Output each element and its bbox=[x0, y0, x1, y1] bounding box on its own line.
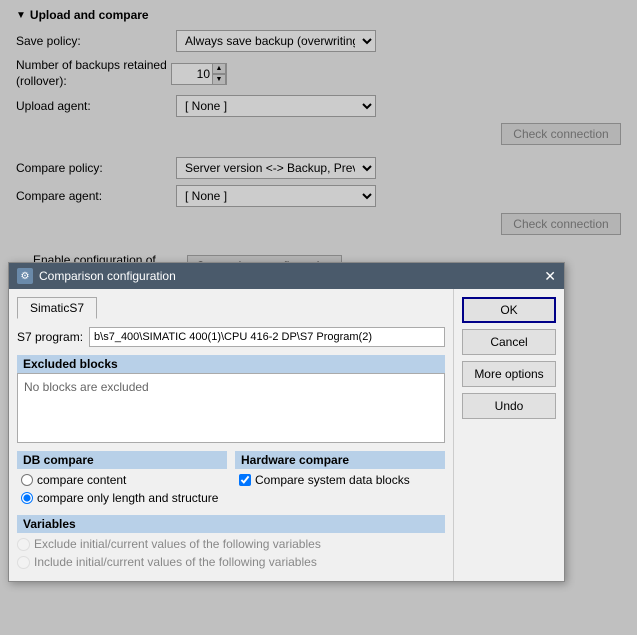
hw-compare-header: Hardware compare bbox=[235, 451, 445, 469]
tab-bar: SimaticS7 bbox=[17, 297, 445, 319]
modal-right-panel: OK Cancel More options Undo bbox=[454, 289, 564, 581]
var-option-exclude: Exclude initial/current values of the fo… bbox=[17, 537, 445, 551]
modal-title-bar: ⚙ Comparison configuration ✕ bbox=[9, 263, 564, 289]
hw-sdb-checkbox[interactable] bbox=[239, 474, 251, 486]
hw-option-sdb: Compare system data blocks bbox=[239, 473, 445, 487]
s7-program-path: b\s7_400\SIMATIC 400(1)\CPU 416-2 DP\S7 … bbox=[89, 327, 445, 347]
s7-program-row: S7 program: b\s7_400\SIMATIC 400(1)\CPU … bbox=[17, 327, 445, 347]
var-exclude-radio[interactable] bbox=[17, 538, 30, 551]
comparison-config-modal: ⚙ Comparison configuration ✕ SimaticS7 S… bbox=[8, 262, 565, 582]
db-length-radio[interactable] bbox=[21, 492, 33, 504]
modal-title-text: Comparison configuration bbox=[39, 269, 176, 283]
db-compare-header: DB compare bbox=[17, 451, 227, 469]
modal-close-btn[interactable]: ✕ bbox=[544, 269, 556, 283]
modal-body: SimaticS7 S7 program: b\s7_400\SIMATIC 4… bbox=[9, 289, 564, 581]
hw-compare-col: Hardware compare Compare system data blo… bbox=[235, 451, 445, 509]
undo-button[interactable]: Undo bbox=[462, 393, 556, 419]
modal-title-left: ⚙ Comparison configuration bbox=[17, 268, 176, 284]
variables-section: Variables Exclude initial/current values… bbox=[17, 515, 445, 569]
excluded-blocks-text: No blocks are excluded bbox=[24, 380, 149, 394]
var-option-include: Include initial/current values of the fo… bbox=[17, 555, 445, 569]
db-content-radio[interactable] bbox=[21, 474, 33, 486]
tab-simatic-s7[interactable]: SimaticS7 bbox=[17, 297, 97, 319]
ok-button[interactable]: OK bbox=[462, 297, 556, 323]
modal-icon: ⚙ bbox=[17, 268, 33, 284]
compare-columns: DB compare compare content compare only … bbox=[17, 451, 445, 509]
db-option-length: compare only length and structure bbox=[21, 491, 227, 505]
db-option-content: compare content bbox=[21, 473, 227, 487]
variables-header: Variables bbox=[17, 515, 445, 533]
excluded-blocks-area: No blocks are excluded bbox=[17, 373, 445, 443]
s7-program-label: S7 program: bbox=[17, 330, 83, 344]
db-compare-col: DB compare compare content compare only … bbox=[17, 451, 227, 509]
excluded-blocks-header: Excluded blocks bbox=[17, 355, 445, 373]
var-include-radio[interactable] bbox=[17, 556, 30, 569]
modal-left-panel: SimaticS7 S7 program: b\s7_400\SIMATIC 4… bbox=[9, 289, 454, 581]
more-options-button[interactable]: More options bbox=[462, 361, 556, 387]
cancel-button[interactable]: Cancel bbox=[462, 329, 556, 355]
